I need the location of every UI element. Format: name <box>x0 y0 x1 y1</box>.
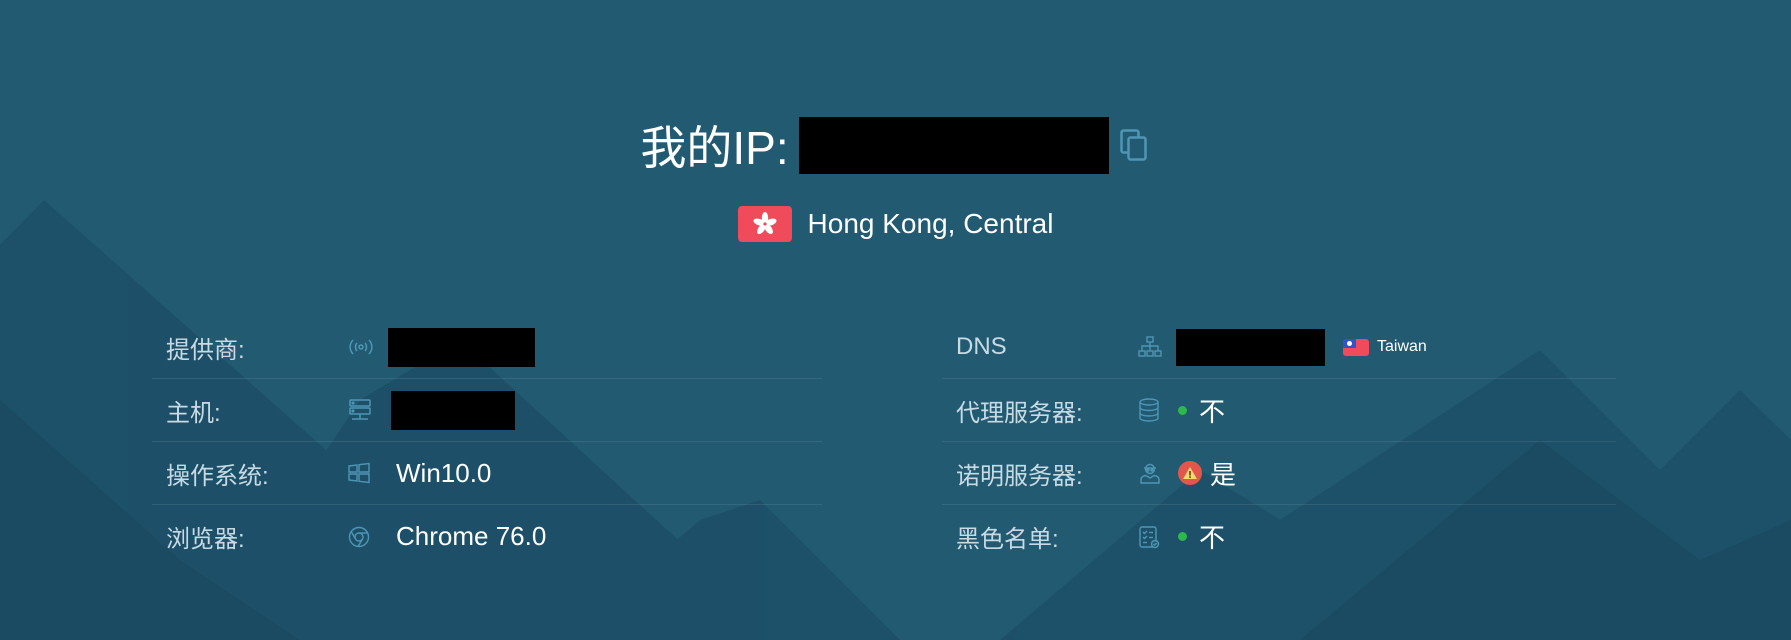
network-tree-icon <box>1138 336 1178 358</box>
host-value-redacted: [redacted] <box>391 390 515 430</box>
ip-address-redacted: [redacted] <box>798 116 1109 174</box>
copy-icon <box>1119 129 1147 161</box>
copy-ip-button[interactable] <box>1117 128 1151 162</box>
server-icon <box>348 398 388 422</box>
browser-value: Chrome 76.0 <box>396 521 547 551</box>
os-label: 操作系统: <box>166 462 269 490</box>
blacklist-label: 黑色名单: <box>956 526 1059 553</box>
hong-kong-flag-icon <box>737 206 792 242</box>
host-label: 主机: <box>166 399 221 427</box>
location-line: Hong Kong, Central <box>0 206 1791 242</box>
user-secret-icon <box>1138 461 1178 485</box>
provider-value-redacted: [redacted] <box>388 327 535 367</box>
os-value: Win10.0 <box>396 457 492 488</box>
proxy-label: 代理服务器: <box>956 399 1083 427</box>
status-ok-dot <box>1178 532 1187 541</box>
row-dns: DNS [redacted] Taiwan <box>942 316 1616 379</box>
row-proxy: 代理服务器: 不 <box>942 379 1616 442</box>
location-text: Hong Kong, Central <box>807 208 1054 239</box>
warning-icon <box>1178 461 1202 485</box>
anonymous-server-value: 是 <box>1210 459 1237 490</box>
row-os: 操作系统: Win10.0 <box>152 442 822 505</box>
browser-label: 浏览器: <box>166 526 245 553</box>
dns-label: DNS <box>956 333 1007 360</box>
client-info-list: 提供商: [redacted] 主机: [redacted] 操作系统: Win… <box>152 316 822 568</box>
dns-value-redacted: [redacted] <box>1176 328 1325 366</box>
provider-label: 提供商: <box>166 336 245 364</box>
database-icon <box>1138 398 1178 422</box>
ip-info-panel: 我的IP: [redacted] Hong Kong, Central 提供商:… <box>0 0 1791 640</box>
proxy-value: 不 <box>1199 396 1226 427</box>
windows-icon <box>348 462 388 484</box>
chrome-icon <box>348 526 388 548</box>
taiwan-flag-icon <box>1343 338 1369 356</box>
blacklist-value: 不 <box>1199 523 1226 553</box>
row-anonymous-server: 诺明服务器: 是 <box>942 442 1616 505</box>
row-provider: 提供商: [redacted] <box>152 316 822 379</box>
status-ok-dot <box>1178 405 1187 415</box>
row-browser: 浏览器: Chrome 76.0 <box>152 505 822 568</box>
signal-broadcast-icon <box>348 337 388 357</box>
anonymous-server-label: 诺明服务器: <box>956 462 1083 490</box>
network-info-list: DNS [redacted] Taiwan 代理服务器: 不 诺明服务器: 是 … <box>942 316 1616 568</box>
ip-label: 我的IP: <box>640 122 789 174</box>
row-blacklist: 黑色名单: 不 <box>942 505 1616 568</box>
row-host: 主机: [redacted] <box>152 379 822 442</box>
ip-header: 我的IP: [redacted] <box>0 112 1791 178</box>
dns-country: Taiwan <box>1377 338 1427 355</box>
checklist-icon <box>1138 525 1178 549</box>
